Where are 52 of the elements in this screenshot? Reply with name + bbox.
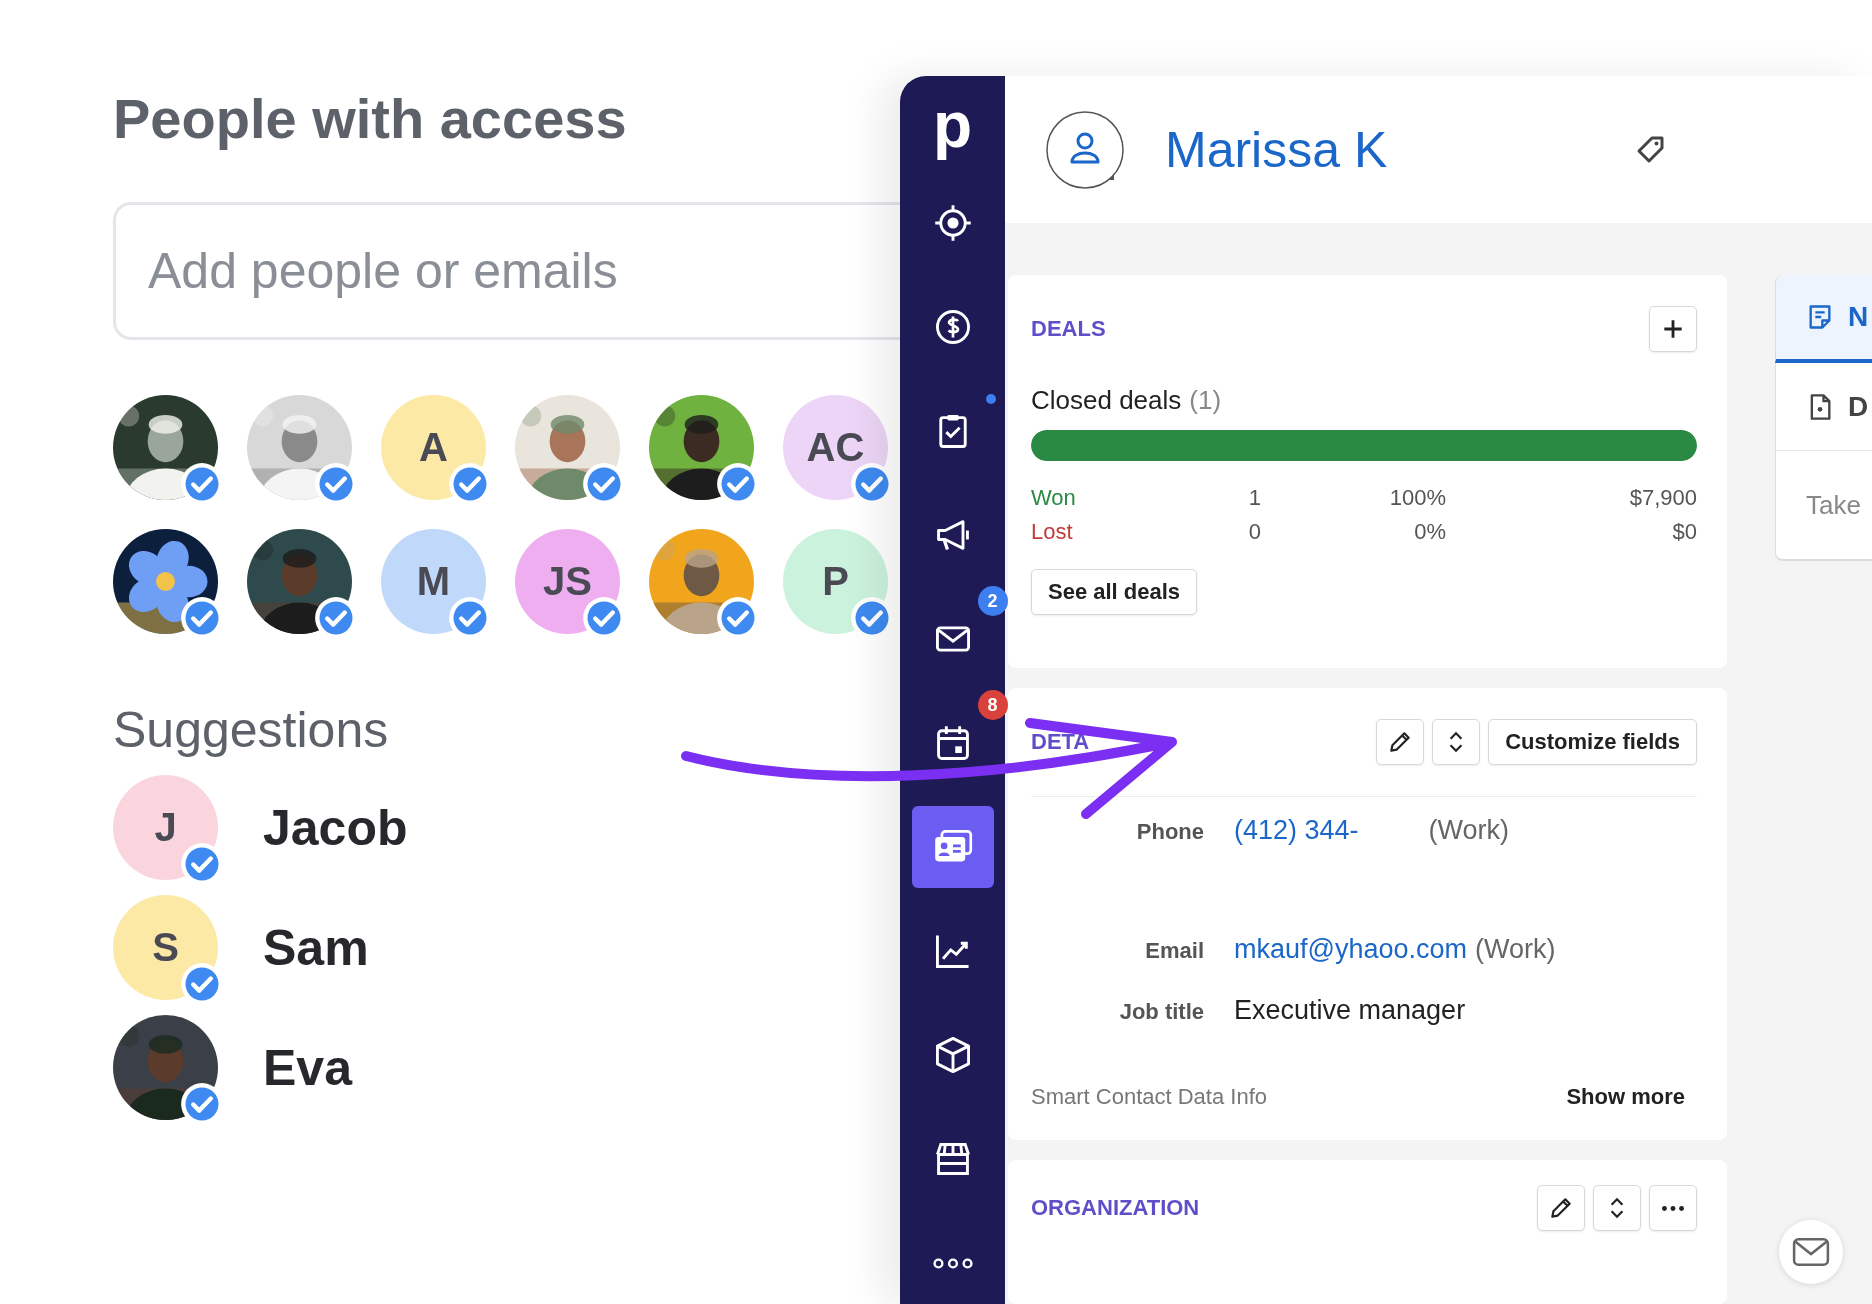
contact-name: Marissa K bbox=[1165, 120, 1389, 179]
person-name[interactable]: Eva bbox=[263, 1038, 352, 1097]
customize-fields-button[interactable]: Customize fields bbox=[1488, 719, 1697, 765]
more-button[interactable] bbox=[1649, 1185, 1697, 1231]
closed-deals-count: (1) bbox=[1189, 385, 1222, 416]
note-field[interactable]: Take bbox=[1775, 451, 1872, 561]
tag-icon[interactable] bbox=[1635, 134, 1665, 165]
field-label: Email bbox=[1144, 938, 1204, 964]
field-label: Phone bbox=[1135, 819, 1204, 845]
see-all-deals-button[interactable]: See all deals bbox=[1031, 569, 1198, 615]
stat-amount: $0 bbox=[1671, 519, 1697, 545]
stat-percent: 0% bbox=[1413, 519, 1446, 545]
stat-label: Lost bbox=[1031, 519, 1074, 545]
field-link[interactable]: mkauf@yhaoo.com bbox=[1234, 934, 1467, 965]
add-button[interactable] bbox=[1649, 306, 1697, 352]
section-title: People with access bbox=[113, 86, 628, 152]
stat-count: 1 bbox=[1247, 485, 1261, 511]
card-title: DEALS bbox=[1031, 316, 1106, 342]
field-note: (Work) bbox=[1428, 815, 1510, 846]
logo[interactable]: p bbox=[932, 90, 973, 160]
stat-count: 0 bbox=[1247, 519, 1261, 545]
edit-button[interactable] bbox=[1537, 1185, 1585, 1231]
reorder-button[interactable] bbox=[1432, 719, 1481, 765]
tab[interactable]: D bbox=[1775, 363, 1872, 451]
tab[interactable]: N bbox=[1775, 275, 1872, 363]
count-badge: 2 bbox=[977, 586, 1008, 616]
person-name[interactable]: Jacob bbox=[263, 798, 408, 857]
stat-label: Won bbox=[1031, 485, 1077, 511]
closed-deals-label: Closed deals bbox=[1031, 385, 1182, 416]
search-field[interactable]: Add people or emails bbox=[113, 202, 900, 340]
person-avatar-icon bbox=[1045, 109, 1125, 190]
count-badge: 8 bbox=[977, 690, 1008, 720]
field-value: Executive manager bbox=[1234, 995, 1466, 1026]
edit-button[interactable] bbox=[1376, 719, 1425, 765]
target-icon bbox=[932, 203, 973, 243]
mail-icon bbox=[1792, 1237, 1830, 1267]
stat-percent: 100% bbox=[1388, 485, 1446, 511]
show-more-link[interactable]: Show more bbox=[1566, 1084, 1685, 1110]
more-icon bbox=[932, 1257, 973, 1269]
smart-info-text: Smart Contact Data Info bbox=[1031, 1084, 1267, 1110]
section-title: Suggestions bbox=[113, 701, 390, 760]
more-icon bbox=[1662, 1205, 1684, 1211]
card-title: ORGANIZATION bbox=[1031, 1195, 1200, 1221]
person-name[interactable]: Sam bbox=[263, 918, 369, 977]
field-label: Job title bbox=[1118, 999, 1204, 1025]
pencil-icon bbox=[1548, 1195, 1574, 1221]
card-title: DETA bbox=[1031, 729, 1090, 755]
field-note: (Work) bbox=[1475, 934, 1556, 965]
reorder-button[interactable] bbox=[1593, 1185, 1641, 1231]
field-link[interactable]: (412) 344- bbox=[1234, 815, 1359, 846]
stat-amount: $7,900 bbox=[1628, 485, 1697, 511]
mail-button[interactable] bbox=[1779, 1220, 1843, 1284]
